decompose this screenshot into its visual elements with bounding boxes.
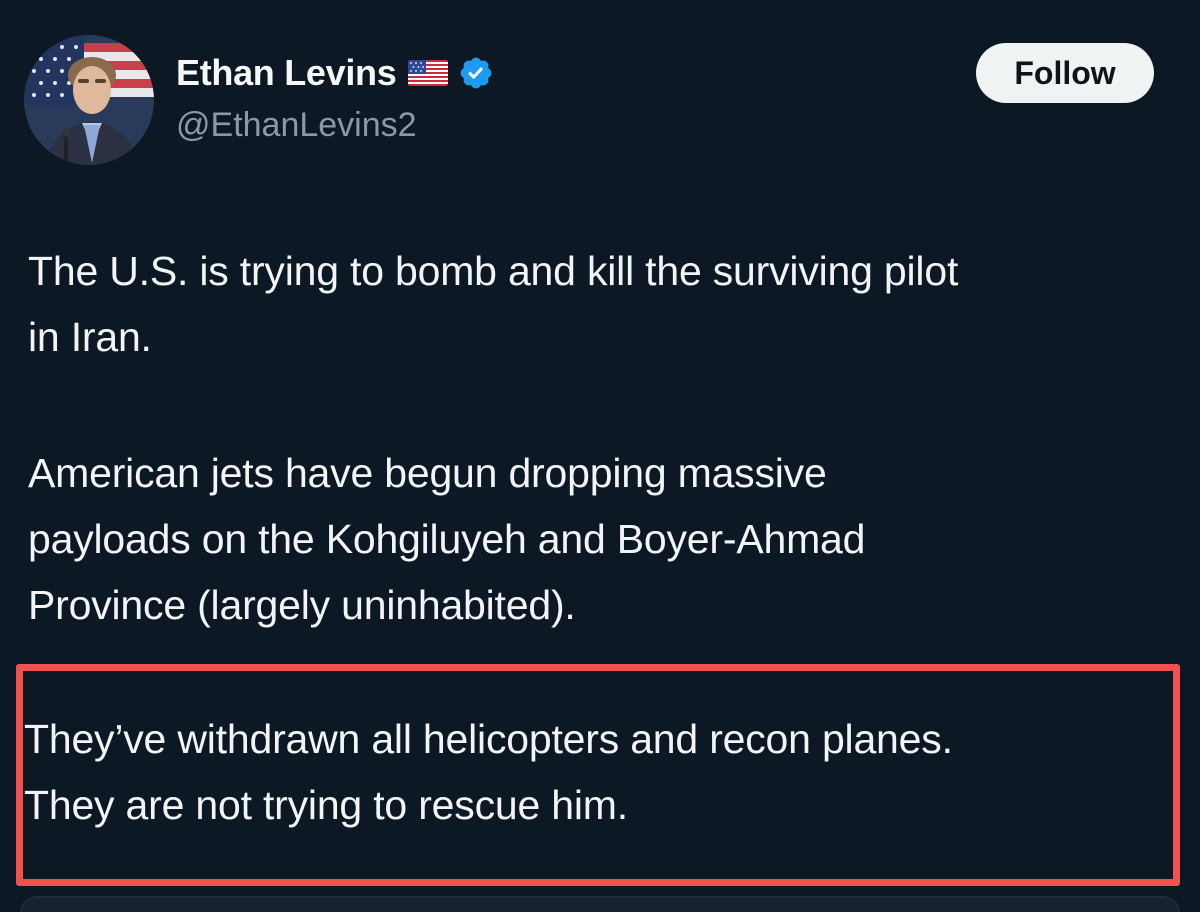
follow-button[interactable]: Follow — [976, 43, 1154, 103]
post-paragraph-3: They’ve withdrawn all helicopters and re… — [24, 716, 953, 828]
us-flag-icon — [408, 60, 449, 86]
avatar-image — [24, 35, 154, 165]
user-handle[interactable]: @EthanLevins2 — [176, 106, 494, 145]
verified-badge-icon[interactable] — [458, 55, 494, 91]
post-paragraph-2: American jets have begun dropping massiv… — [28, 450, 866, 628]
name-row: Ethan Levins — [176, 50, 494, 96]
tweet-card: Ethan Levins @EthanLevins2 Follow The U.… — [0, 0, 1200, 912]
embedded-card-edge[interactable] — [20, 896, 1180, 912]
post-paragraph-1: The U.S. is trying to bomb and kill the … — [28, 248, 959, 360]
user-info: Ethan Levins @EthanLevins2 — [176, 50, 494, 145]
avatar[interactable] — [24, 35, 154, 165]
display-name[interactable]: Ethan Levins — [176, 52, 397, 94]
